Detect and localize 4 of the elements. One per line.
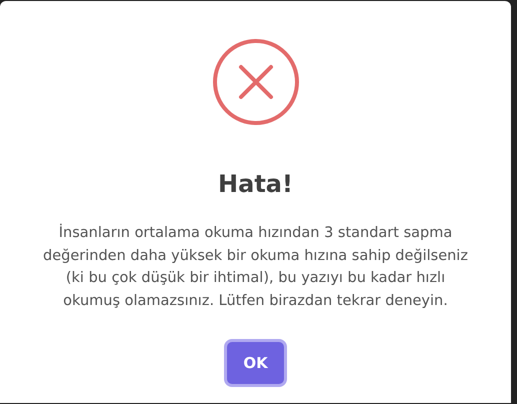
ok-button[interactable]: OK — [227, 342, 284, 384]
dialog-title: Hata! — [218, 170, 293, 198]
dialog-message: İnsanların ortalama okuma hızından 3 standart sapma değerinden daha yüksek bir okuma hızına sahip değilseniz (ki bu çok düşük bir ihtimal), bu yazıyı bu kadar hızlı okumuş olamazsınız. Lütfen birazdan tekrar deneyin. — [42, 222, 469, 310]
error-icon — [212, 38, 300, 126]
